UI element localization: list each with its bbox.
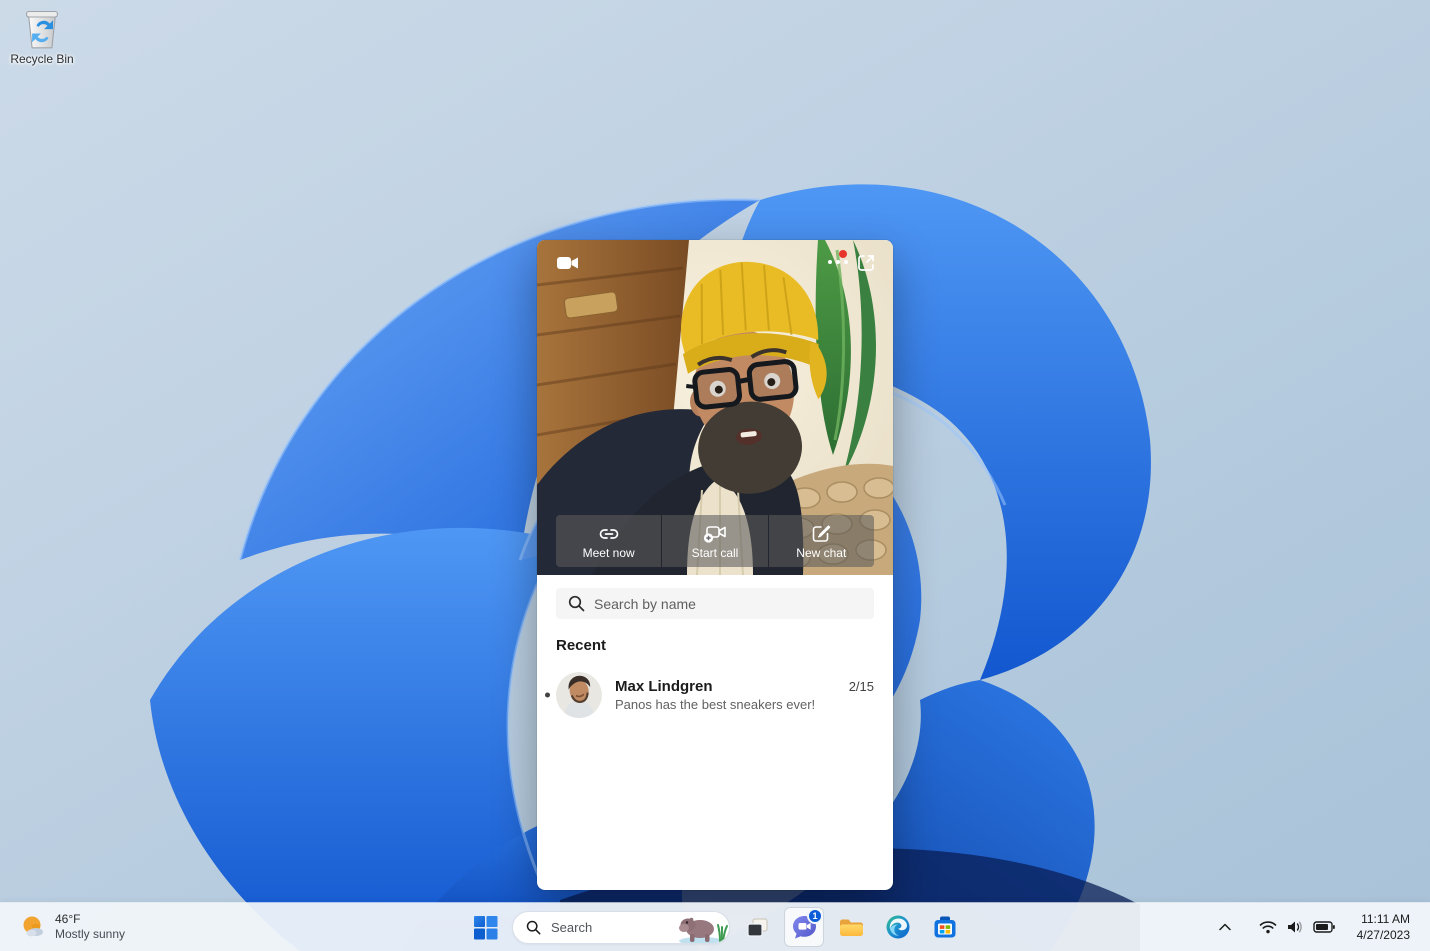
teams-unread-badge: 1 bbox=[807, 908, 823, 924]
edge-button[interactable] bbox=[878, 907, 918, 947]
recycle-bin-icon bbox=[26, 10, 58, 49]
new-chat-button[interactable]: New chat bbox=[768, 515, 874, 567]
task-view-button[interactable] bbox=[737, 907, 777, 947]
weather-widget[interactable]: 46°F Mostly sunny bbox=[10, 907, 135, 947]
taskbar-search[interactable]: Search bbox=[512, 910, 730, 944]
show-hidden-icons-button[interactable] bbox=[1211, 911, 1239, 943]
search-by-name-input[interactable] bbox=[556, 588, 874, 619]
chat-message-preview: Panos has the best sneakers ever! bbox=[615, 697, 816, 712]
avatar bbox=[556, 672, 602, 718]
search-icon bbox=[568, 595, 585, 612]
microsoft-store-icon bbox=[934, 916, 956, 938]
battery-icon bbox=[1312, 921, 1335, 933]
chat-list-item[interactable]: Max Lindgren 2/15 Panos has the best sne… bbox=[537, 667, 893, 723]
windows-logo-icon bbox=[473, 915, 497, 939]
quick-settings-button[interactable] bbox=[1251, 910, 1343, 944]
camera-on-icon bbox=[557, 257, 578, 269]
taskbar: 46°F Mostly sunny Search 1 11:11 AM 4/27… bbox=[0, 903, 1430, 951]
weather-icon bbox=[23, 916, 43, 937]
start-button[interactable] bbox=[465, 907, 505, 947]
flyout-search bbox=[556, 588, 874, 619]
weather-temperature: 46°F bbox=[55, 912, 81, 926]
clock-time: 11:11 AM bbox=[1361, 912, 1410, 926]
microsoft-store-button[interactable] bbox=[925, 907, 965, 947]
taskbar-search-label: Search bbox=[551, 919, 593, 935]
notification-dot bbox=[839, 250, 847, 258]
chevron-up-icon bbox=[1218, 923, 1231, 931]
teams-chat-flyout: Meet now Start call New chat Search by n… bbox=[537, 240, 893, 890]
meet-now-label: Meet now bbox=[582, 545, 635, 560]
start-call-label: Start call bbox=[691, 545, 739, 560]
bing-daily-hippo-image bbox=[675, 912, 729, 943]
file-explorer-icon bbox=[839, 919, 863, 936]
teams-chat-button[interactable]: 1 bbox=[784, 907, 824, 947]
volume-icon bbox=[1287, 921, 1302, 933]
new-chat-label: New chat bbox=[796, 545, 847, 560]
system-tray: 11:11 AM 4/27/2023 bbox=[1211, 903, 1430, 951]
open-full-app-icon[interactable] bbox=[856, 253, 876, 273]
clock-date: 4/27/2023 bbox=[1356, 928, 1410, 942]
meet-now-button[interactable]: Meet now bbox=[556, 515, 662, 567]
video-add-icon bbox=[703, 525, 726, 543]
link-icon bbox=[599, 528, 618, 539]
recycle-bin-label: Recycle Bin bbox=[10, 52, 74, 66]
desktop: Recycle Bin Meet now Start call New chat… bbox=[0, 0, 1430, 951]
recent-heading: Recent bbox=[556, 637, 607, 654]
chat-date: 2/15 bbox=[848, 679, 874, 694]
more-options-icon[interactable] bbox=[828, 260, 848, 264]
file-explorer-button[interactable] bbox=[831, 907, 871, 947]
chat-item-body: Max Lindgren 2/15 Panos has the best sne… bbox=[615, 678, 874, 712]
edge-icon bbox=[886, 915, 910, 939]
chat-contact-name: Max Lindgren bbox=[615, 678, 713, 695]
search-icon bbox=[526, 920, 541, 934]
call-actions: Meet now Start call New chat bbox=[556, 515, 874, 567]
wifi-icon bbox=[1259, 921, 1276, 934]
compose-icon bbox=[813, 524, 831, 542]
recycle-bin[interactable]: Recycle Bin bbox=[4, 6, 80, 66]
clock[interactable]: 11:11 AM 4/27/2023 bbox=[1351, 909, 1416, 945]
start-call-button[interactable]: Start call bbox=[662, 515, 768, 567]
weather-condition: Mostly sunny bbox=[55, 927, 126, 941]
unread-dot bbox=[545, 692, 550, 698]
task-view-icon bbox=[746, 918, 767, 937]
camera-preview: Meet now Start call New chat bbox=[537, 240, 893, 575]
